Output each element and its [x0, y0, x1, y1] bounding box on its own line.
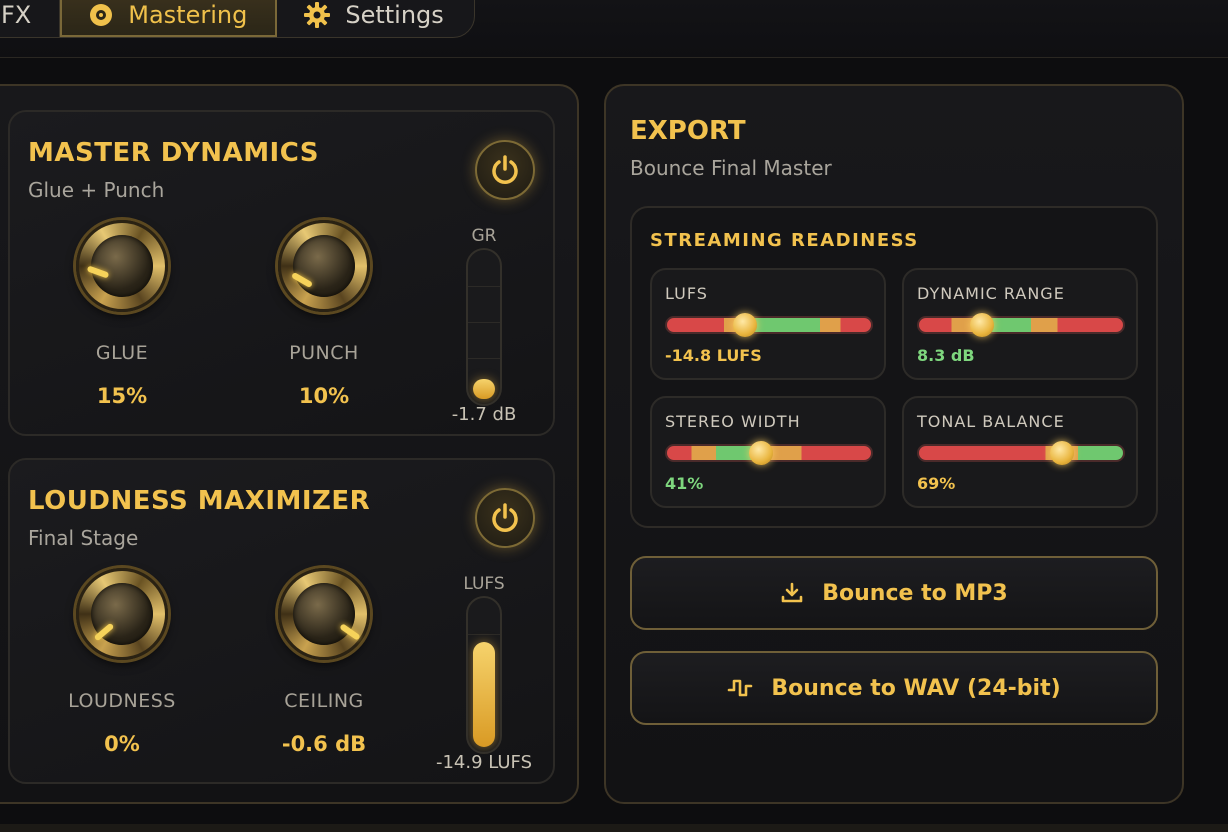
- power-button[interactable]: [475, 140, 535, 200]
- knob-value: 10%: [298, 384, 350, 408]
- metric-name: STEREO WIDTH: [665, 412, 801, 431]
- loudness-maximizer-card: LOUDNESS MAXIMIZER Final Stage LOUDNESS …: [8, 458, 555, 784]
- card-subtitle: Final Stage: [28, 526, 139, 550]
- ceiling-knob[interactable]: [278, 568, 370, 660]
- card-title: LOUDNESS MAXIMIZER: [28, 486, 371, 516]
- metric-value: -14.8 LUFS: [665, 346, 762, 365]
- tab-fx[interactable]: FX: [0, 0, 61, 37]
- metric-name: TONAL BALANCE: [917, 412, 1065, 431]
- metric-thumb: [1049, 441, 1074, 465]
- metric-bar: [665, 313, 873, 337]
- button-label: Bounce to WAV (24-bit): [771, 675, 1061, 701]
- metric-stereo-width: STEREO WIDTH 41%: [650, 396, 886, 508]
- gear-icon: [303, 1, 331, 29]
- metric-value: 8.3 dB: [917, 346, 975, 365]
- metric-bar: [665, 441, 873, 465]
- meter-value: -1.7 dB: [451, 404, 517, 425]
- metric-tonal-balance: TONAL BALANCE 69%: [902, 396, 1138, 508]
- loudness-knob[interactable]: [76, 568, 168, 660]
- metric-thumb: [970, 313, 995, 337]
- master-dynamics-card: MASTER DYNAMICS Glue + Punch GLUE 15% PU…: [8, 110, 555, 436]
- tab-bar: FX Mastering Settings: [0, 0, 1228, 58]
- meter-fill: [473, 379, 495, 399]
- metric-name: LUFS: [665, 284, 708, 303]
- meter-value: -14.9 LUFS: [435, 752, 533, 773]
- export-title: EXPORT: [630, 116, 746, 146]
- metric-value: 69%: [917, 474, 956, 493]
- tab-label: Mastering: [128, 1, 248, 29]
- disc-icon: [88, 2, 114, 28]
- streaming-readiness-box: STREAMING READINESS LUFS -14.8 LUFS DYNA…: [630, 206, 1158, 528]
- knob-value: -0.6 dB: [281, 732, 367, 756]
- gain-reduction-meter: [466, 248, 502, 406]
- tab-settings[interactable]: Settings: [277, 0, 473, 37]
- glue-knob[interactable]: [76, 220, 168, 312]
- processing-panel: MASTER DYNAMICS Glue + Punch GLUE 15% PU…: [0, 84, 579, 804]
- tab-mastering[interactable]: Mastering: [60, 0, 278, 37]
- metric-dynamic-range: DYNAMIC RANGE 8.3 dB: [902, 268, 1138, 380]
- power-icon: [492, 503, 518, 532]
- knob-label: CEILING: [284, 690, 364, 712]
- metric-name: DYNAMIC RANGE: [917, 284, 1065, 303]
- metric-thumb: [748, 441, 773, 465]
- button-label: Bounce to MP3: [822, 580, 1008, 606]
- power-button[interactable]: [475, 488, 535, 548]
- tab-label: Settings: [345, 1, 444, 29]
- card-subtitle: Glue + Punch: [28, 178, 165, 202]
- power-icon: [492, 155, 518, 184]
- tabs: FX Mastering Settings: [0, 0, 475, 38]
- lufs-meter: [466, 596, 502, 754]
- metric-bar: [917, 313, 1125, 337]
- metric-bar: [917, 441, 1125, 465]
- readiness-title: STREAMING READINESS: [650, 230, 919, 251]
- knob-label: GLUE: [95, 342, 149, 364]
- metric-value: 41%: [665, 474, 704, 493]
- bounce-wav-button[interactable]: Bounce to WAV (24-bit): [630, 651, 1158, 725]
- metric-thumb: [732, 313, 757, 337]
- meter-label: GR: [471, 226, 497, 246]
- download-icon: [781, 582, 803, 603]
- punch-knob[interactable]: [278, 220, 370, 312]
- tab-label: FX: [1, 1, 32, 29]
- bottom-strip: [0, 824, 1228, 832]
- bounce-mp3-button[interactable]: Bounce to MP3: [630, 556, 1158, 630]
- export-panel: EXPORT Bounce Final Master STREAMING REA…: [604, 84, 1184, 804]
- card-title: MASTER DYNAMICS: [28, 138, 320, 168]
- export-subtitle: Bounce Final Master: [630, 156, 832, 180]
- meter-fill: [473, 641, 495, 747]
- knob-label: LOUDNESS: [68, 690, 176, 712]
- meter-label: LUFS: [463, 574, 505, 594]
- knob-label: PUNCH: [289, 342, 359, 364]
- knob-value: 15%: [96, 384, 148, 408]
- knob-value: 0%: [104, 732, 140, 756]
- waveform-icon: [728, 679, 753, 697]
- metric-lufs: LUFS -14.8 LUFS: [650, 268, 886, 380]
